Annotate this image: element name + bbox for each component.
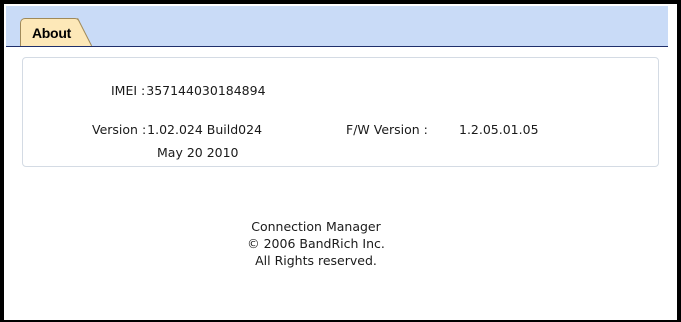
- version-date: May 20 2010: [157, 145, 239, 160]
- product-name: Connection Manager: [251, 219, 381, 234]
- imei-label: IMEI :: [111, 83, 146, 98]
- imei-value: 357144030184894: [146, 83, 266, 98]
- about-footer: Connection Manager © 2006 BandRich Inc. …: [236, 218, 396, 269]
- device-info-panel: [22, 57, 659, 167]
- version-row: Version :1.02.024 Build024: [92, 122, 262, 137]
- fw-version-label: F/W Version :: [346, 122, 428, 137]
- rights-text: All Rights reserved.: [255, 253, 377, 268]
- tab-about-label[interactable]: About: [32, 25, 71, 41]
- version-label: Version :: [92, 122, 147, 137]
- copyright-text: © 2006 BandRich Inc.: [247, 236, 385, 251]
- imei-row: IMEI :357144030184894: [111, 83, 266, 98]
- fw-version-value: 1.2.05.01.05: [459, 122, 539, 137]
- tab-bar: About: [6, 6, 668, 47]
- version-value: 1.02.024 Build024: [147, 122, 263, 137]
